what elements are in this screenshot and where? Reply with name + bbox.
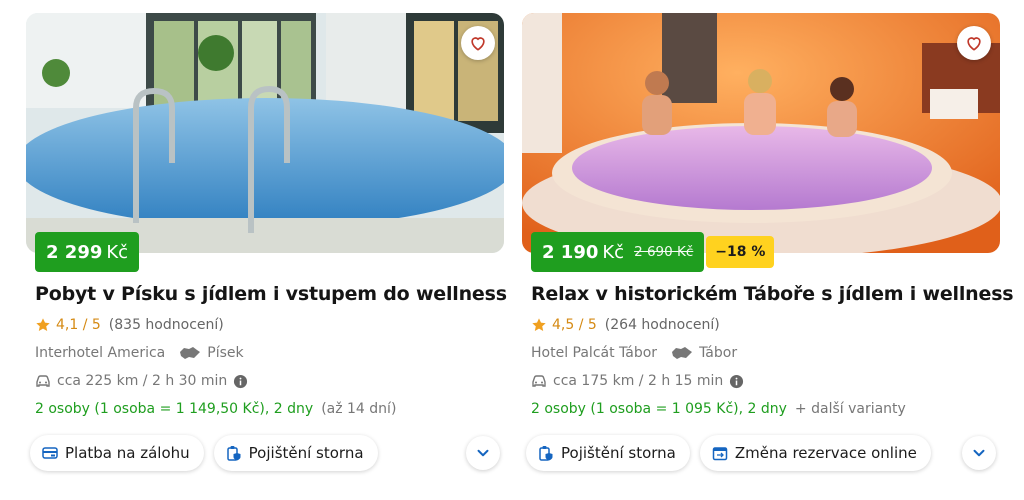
more-variants-link[interactable]: + další varianty [795, 401, 906, 417]
offer-card-tabor[interactable]: 2 190 Kč 2 690 Kč −18 % Relax v historic… [522, 13, 1014, 493]
calendar-change-icon [712, 447, 728, 461]
price-currency: Kč [106, 241, 129, 263]
price-currency: Kč [602, 241, 625, 263]
favorite-button[interactable] [957, 26, 991, 60]
price-badge: 2 299 Kč [35, 232, 140, 272]
favorite-button[interactable] [461, 26, 495, 60]
location: Hotel Palcát Tábor Tábor [531, 345, 737, 361]
distance: cca 225 km / 2 h 30 min [35, 373, 248, 389]
price-badge: 2 190 Kč 2 690 Kč [531, 232, 705, 272]
location: Interhotel America Písek [35, 345, 244, 361]
hotel-name: Hotel Palcát Tábor [531, 345, 658, 361]
heart-icon [967, 37, 981, 51]
rating: 4,1 / 5 (835 hodnocení) [35, 317, 224, 333]
chip-deposit-payment[interactable]: Platba na zálohu [30, 435, 204, 471]
expand-button[interactable] [962, 436, 996, 470]
feature-chips: Pojištění storna Změna rezervace online [526, 435, 931, 471]
price-value: 2 299 [46, 241, 103, 263]
chip-online-rebooking[interactable]: Změna rezervace online [699, 435, 931, 471]
rating-count: (835 hodnocení) [108, 317, 224, 333]
distance: cca 175 km / 2 h 15 min [531, 373, 744, 389]
wallet-icon [42, 447, 58, 459]
czech-map-icon [180, 347, 201, 359]
city-name: Písek [207, 345, 244, 361]
price-row: 2 190 Kč 2 690 Kč −18 % [531, 232, 775, 272]
distance-text: cca 175 km / 2 h 15 min [553, 373, 724, 389]
car-icon [532, 375, 546, 387]
chip-label: Pojištění storna [248, 444, 364, 462]
jacuzzi-photo [522, 13, 1000, 253]
price-value: 2 190 [542, 241, 599, 263]
expand-button[interactable] [466, 436, 500, 470]
offer-photo-jacuzzi[interactable] [522, 13, 1000, 253]
city-name: Tábor [699, 345, 738, 361]
insurance-icon [226, 446, 241, 461]
star-icon [36, 318, 50, 331]
info-icon[interactable] [233, 374, 248, 389]
old-price: 2 690 Kč [634, 244, 694, 260]
chip-cancellation-insurance[interactable]: Pojištění storna [213, 435, 378, 471]
chip-label: Změna rezervace online [734, 444, 917, 462]
chevron-down-icon [973, 449, 985, 457]
offer-title[interactable]: Pobyt v Písku s jídlem i vstupem do well… [35, 283, 507, 305]
offer-title[interactable]: Relax v historickém Táboře s jídlem i we… [531, 283, 1014, 305]
rating-count: (264 hodnocení) [604, 317, 720, 333]
chip-label: Platba na zálohu [65, 444, 190, 462]
offer-photo-pool[interactable] [26, 13, 504, 253]
insurance-icon [539, 446, 553, 461]
chip-cancellation-insurance[interactable]: Pojištění storna [526, 435, 690, 471]
distance-text: cca 225 km / 2 h 30 min [57, 373, 228, 389]
rating-score: 4,5 / 5 [552, 317, 597, 333]
pool-photo [26, 13, 504, 253]
discount-badge: −18 % [706, 236, 775, 268]
hotel-name: Interhotel America [35, 345, 166, 361]
heart-icon [471, 37, 485, 51]
star-icon [532, 318, 546, 331]
chip-label: Pojištění storna [561, 444, 676, 462]
feature-chips: Platba na zálohu Pojištění storna [30, 435, 378, 471]
chevron-down-icon [477, 449, 489, 457]
stay-details: 2 osoby (1 osoba = 1 095 Kč), 2 dny + da… [531, 401, 906, 417]
rating-score: 4,1 / 5 [56, 317, 101, 333]
info-icon[interactable] [729, 374, 744, 389]
car-icon [36, 375, 50, 387]
stay-text: 2 osoby (1 osoba = 1 095 Kč), 2 dny [531, 401, 787, 417]
stay-extra: (až 14 dní) [321, 401, 397, 417]
offer-card-pisek[interactable]: 2 299 Kč Pobyt v Písku s jídlem i vstupe… [26, 13, 507, 493]
czech-map-icon [672, 347, 693, 359]
stay-details: 2 osoby (1 osoba = 1 149,50 Kč), 2 dny (… [35, 401, 396, 417]
stay-text: 2 osoby (1 osoba = 1 149,50 Kč), 2 dny [35, 401, 314, 417]
price-row: 2 299 Kč [35, 232, 140, 272]
rating: 4,5 / 5 (264 hodnocení) [531, 317, 720, 333]
